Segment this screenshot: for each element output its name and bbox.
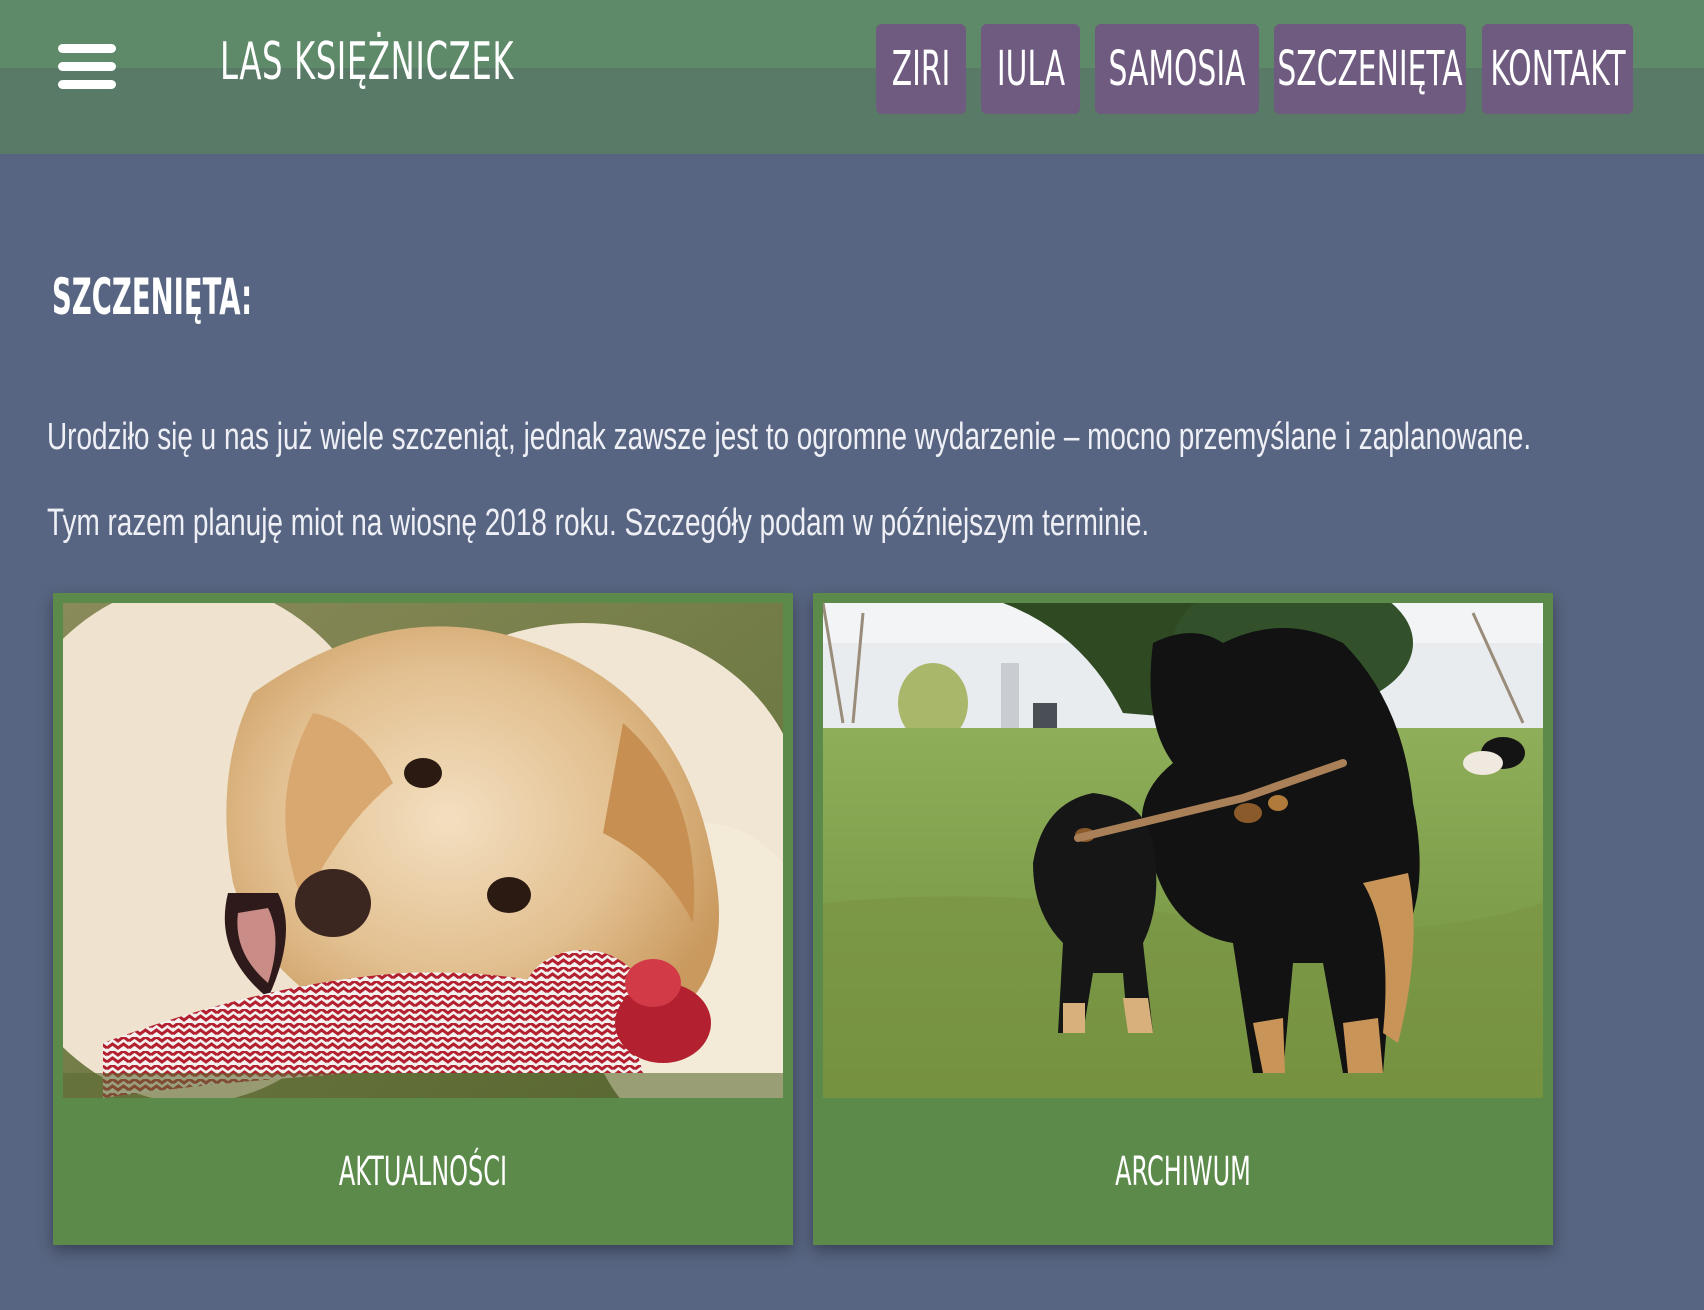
card-archiwum[interactable]: ARCHIWUM — [813, 593, 1553, 1245]
nav-item-kontakt[interactable]: KONTAKT — [1482, 24, 1633, 114]
card-aktualnosci[interactable]: AKTUALNOŚCI — [53, 593, 793, 1245]
nav-item-ziri[interactable]: ZIRI — [876, 24, 966, 114]
nav-item-samosia[interactable]: SAMOSIA — [1095, 24, 1259, 114]
plan-paragraph: Tym razem planuję miot na wiosnę 2018 ro… — [47, 502, 1150, 544]
nav-item-label: IULA — [996, 41, 1065, 97]
intro-paragraph: Urodziło się u nas już wiele szczeniąt, … — [47, 416, 1532, 458]
card-label: AKTUALNOŚCI — [53, 1098, 793, 1245]
site-title[interactable]: LAS KSIĘŻNICZEK — [220, 14, 514, 104]
card-label-text: AKTUALNOŚCI — [338, 1148, 508, 1195]
nav-item-label: KONTAKT — [1489, 41, 1626, 97]
site-header: LAS KSIĘŻNICZEK ZIRI IULA SAMOSIA SZCZEN… — [0, 0, 1704, 154]
card-label: ARCHIWUM — [813, 1098, 1553, 1245]
nav-item-label: SAMOSIA — [1108, 41, 1246, 97]
golden-puppy-photo — [63, 603, 783, 1098]
card-label-text: ARCHIWUM — [1115, 1148, 1251, 1195]
black-dog-and-puppy-photo — [823, 603, 1543, 1098]
page-heading: SZCZENIĘTA: — [52, 268, 253, 326]
nav-item-label: ZIRI — [891, 41, 951, 97]
hamburger-menu-icon[interactable] — [58, 44, 118, 90]
nav-item-iula[interactable]: IULA — [981, 24, 1080, 114]
nav-item-szczenieta[interactable]: SZCZENIĘTA — [1274, 24, 1466, 114]
nav-item-label: SZCZENIĘTA — [1277, 41, 1463, 97]
